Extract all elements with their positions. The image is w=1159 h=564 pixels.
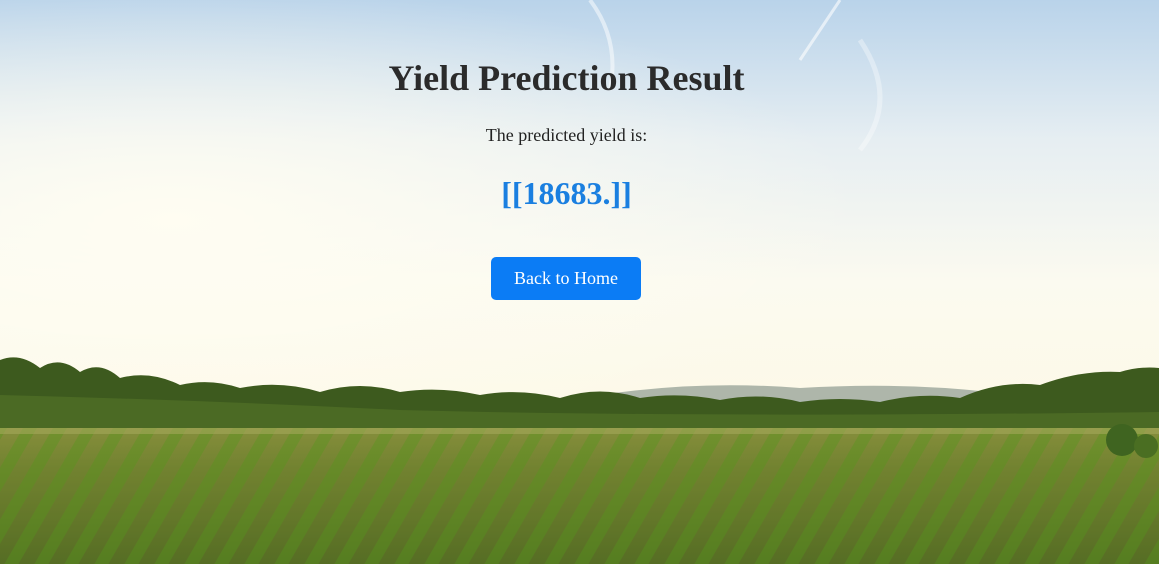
back-to-home-button[interactable]: Back to Home <box>491 257 641 300</box>
result-caption: The predicted yield is: <box>485 125 648 145</box>
page-title: Yield Prediction Result <box>388 58 745 98</box>
predicted-yield-value: [[18683.]] <box>501 175 632 211</box>
